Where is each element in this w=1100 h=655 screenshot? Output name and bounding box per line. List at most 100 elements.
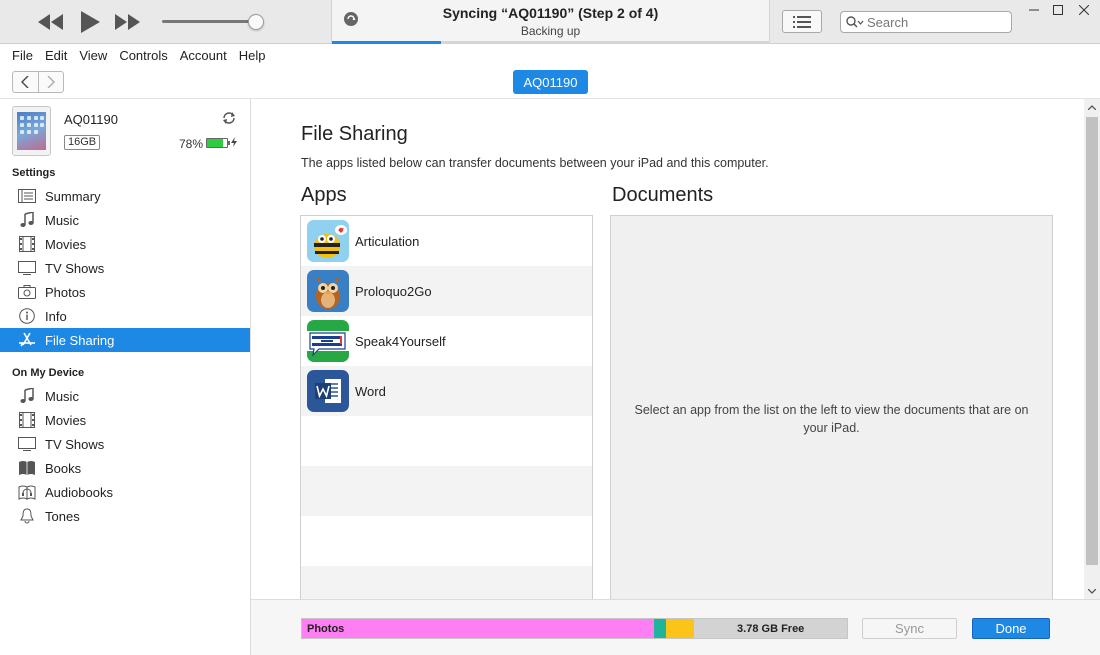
bottom-bar: Photos 3.78 GB Free Sync Done [251,599,1100,655]
music-icon [17,388,37,404]
storage-segment-photos: Photos [302,619,654,638]
storage-segment-other [666,619,695,638]
close-button[interactable] [1074,2,1094,18]
sidebar-item-label: Music [45,212,79,228]
app-row-speak4yourself[interactable]: Speak4Yourself [301,316,592,366]
app-row-proloquo2go[interactable]: Proloquo2Go [301,266,592,316]
status-display: Syncing “AQ01190” (Step 2 of 4) Backing … [331,0,770,44]
volume-knob[interactable] [248,14,264,30]
sidebar-item-label: TV Shows [45,260,105,276]
up-next-button[interactable] [782,10,822,33]
sidebar-item-device-tones[interactable]: Tones [0,504,250,528]
done-button[interactable]: Done [972,618,1050,639]
sidebar-item-info[interactable]: Info [0,304,250,328]
sync-title: Syncing “AQ01190” (Step 2 of 4) [442,5,659,21]
maximize-button[interactable] [1048,2,1068,18]
rewind-button[interactable] [38,10,64,34]
minimize-button[interactable] [1024,2,1044,18]
device-content-list: Music Movies TV Shows Books Audiobooks T… [0,384,250,528]
menu-help[interactable]: Help [233,48,272,63]
battery-percentage: 78% [179,137,204,151]
navigation-row: AQ01190 [0,66,1100,99]
battery-terminal [228,141,230,145]
sidebar-item-device-music[interactable]: Music [0,384,250,408]
proloquo2go-app-icon [307,270,349,312]
storage-bar: Photos 3.78 GB Free [301,618,848,639]
speak4yourself-app-icon [307,320,349,362]
sidebar-item-summary[interactable]: Summary [0,184,250,208]
app-label: Word [355,383,386,399]
sidebar-item-movies[interactable]: Movies [0,232,250,256]
search-field[interactable] [840,11,1012,33]
sidebar-item-label: Books [45,460,82,476]
play-button[interactable] [78,10,102,34]
word-app-icon [307,370,349,412]
search-icon [846,16,864,28]
sidebar-item-photos[interactable]: Photos [0,280,250,304]
books-icon [17,460,37,476]
sync-button[interactable]: Sync [862,618,957,639]
device-button[interactable]: AQ01190 [513,70,588,94]
articulation-app-icon [307,220,349,262]
sidebar-item-tv-shows[interactable]: TV Shows [0,256,250,280]
sidebar-item-label: Audiobooks [45,484,113,500]
sidebar-item-device-books[interactable]: Books [0,456,250,480]
battery-level [207,139,223,147]
scroll-thumb[interactable] [1086,117,1098,565]
apps-list: Articulation Proloquo2Go Speak4Yourself … [300,215,593,599]
volume-track [162,20,256,23]
sidebar-item-device-tv-shows[interactable]: TV Shows [0,432,250,456]
menu-file[interactable]: File [6,48,39,63]
movies-icon [17,236,37,252]
sidebar-item-device-movies[interactable]: Movies [0,408,250,432]
player-bar: Syncing “AQ01190” (Step 2 of 4) Backing … [0,0,1100,44]
volume-slider[interactable] [162,14,264,30]
menu-edit[interactable]: Edit [39,48,73,63]
sidebar-item-device-audiobooks[interactable]: Audiobooks [0,480,250,504]
chevron-left-icon [21,76,29,88]
fast-forward-button[interactable] [114,10,140,34]
forward-button[interactable] [37,72,64,92]
app-row-articulation[interactable]: Articulation [301,216,592,266]
audiobook-icon [17,484,37,500]
sidebar: AQ01190 16GB 78% Settings Summary Music … [0,99,251,655]
vertical-scrollbar[interactable] [1084,99,1100,599]
tv-icon [17,436,37,452]
page-description: The apps listed below can transfer docum… [301,156,769,170]
scroll-down-button[interactable] [1084,583,1100,599]
menu-controls[interactable]: Controls [113,48,173,63]
menu-bar: File Edit View Controls Account Help [0,44,1100,66]
back-button[interactable] [13,72,38,92]
scroll-up-button[interactable] [1084,99,1100,115]
on-my-device-heading: On My Device [12,367,85,379]
sync-subtitle: Backing up [520,24,581,38]
storage-photos-label: Photos [307,622,345,635]
page-title: File Sharing [301,123,408,145]
empty-row [301,416,592,466]
minimize-icon [1029,9,1039,11]
apps-heading: Apps [301,184,347,206]
menu-view[interactable]: View [73,48,113,63]
app-label: Articulation [355,233,420,249]
search-input[interactable] [867,14,1007,30]
sidebar-item-label: Movies [45,412,87,428]
menu-account[interactable]: Account [174,48,233,63]
sidebar-item-file-sharing[interactable]: File Sharing [0,328,250,352]
main-content: File Sharing The apps listed below can t… [251,99,1084,599]
info-icon [17,308,37,324]
sync-icon[interactable] [221,111,237,128]
documents-heading: Documents [612,184,714,206]
chevron-up-icon [1088,104,1096,110]
summary-icon [17,188,37,204]
sidebar-item-label: Music [45,388,79,404]
app-label: Speak4Yourself [355,333,446,349]
empty-row [301,516,592,566]
storage-free-label: 3.78 GB Free [737,622,805,635]
sidebar-item-music[interactable]: Music [0,208,250,232]
settings-list: Summary Music Movies TV Shows Photos Inf… [0,184,250,352]
rewind-icon [38,14,63,30]
history-nav [12,71,64,93]
app-row-word[interactable]: Word [301,366,592,416]
play-icon [81,11,100,33]
music-icon [17,212,37,228]
